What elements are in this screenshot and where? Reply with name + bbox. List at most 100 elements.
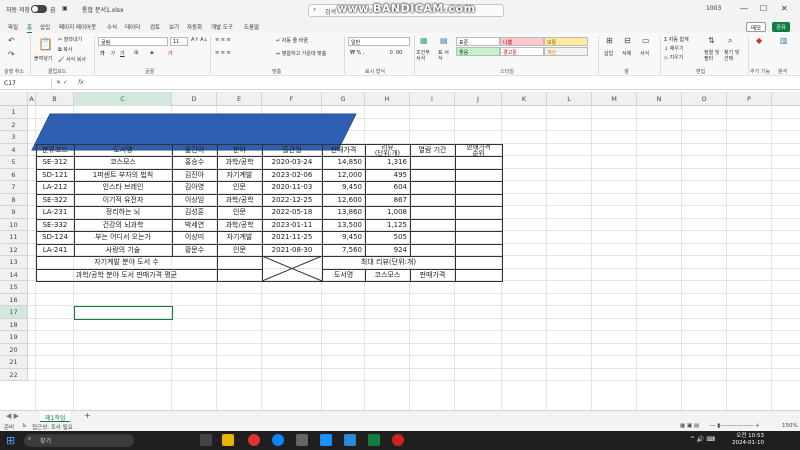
column-header-o[interactable]: O xyxy=(682,92,727,106)
delete-cells-icon[interactable]: ⊟ xyxy=(624,36,631,45)
summary-value-self-dev[interactable] xyxy=(218,256,261,269)
table-cell[interactable]: 2023-02-06 xyxy=(263,169,321,182)
table-cell[interactable]: 2020-11-03 xyxy=(263,181,321,194)
table-cell[interactable]: 867 xyxy=(366,194,409,207)
table-cell[interactable]: 924 xyxy=(366,244,409,257)
table-cell[interactable] xyxy=(456,156,501,169)
align-left-icon[interactable]: ≡ ≡ ≡ xyxy=(215,50,231,56)
conditional-format-icon[interactable]: ▦ xyxy=(420,36,428,45)
wrap-text-button[interactable]: ↵ 자동 줄 바꿈 xyxy=(276,37,308,44)
row-header-21[interactable]: 21 xyxy=(0,356,28,369)
store-icon[interactable] xyxy=(296,434,308,446)
zoom-level[interactable]: 150% xyxy=(782,423,798,429)
table-cell[interactable]: 코스모스 xyxy=(75,156,171,169)
table-cell[interactable]: 부는 어디서 오는가 xyxy=(75,231,171,244)
column-header-g[interactable]: G xyxy=(322,92,365,106)
row-header-9[interactable]: 9 xyxy=(0,206,28,219)
table-cell[interactable]: 황문수 xyxy=(173,244,216,257)
redo-icon[interactable]: ↷ xyxy=(8,50,15,59)
table-cell[interactable]: 1,316 xyxy=(366,156,409,169)
table-header[interactable]: 열람 기간 xyxy=(411,144,454,157)
sheet-tab-1[interactable]: 제1작업 xyxy=(40,411,71,422)
table-cell[interactable]: 이상미 xyxy=(173,231,216,244)
row-header-7[interactable]: 7 xyxy=(0,181,28,194)
clear-button[interactable]: ◇ 지우기 xyxy=(664,54,683,61)
style-warning[interactable]: 경고문 xyxy=(500,47,544,56)
table-cell[interactable]: 과학/공학 xyxy=(218,219,261,232)
undo-icon[interactable]: ↶ xyxy=(8,36,15,45)
table-cell[interactable]: 인문 xyxy=(218,244,261,257)
row-header-19[interactable]: 19 xyxy=(0,331,28,344)
summary-label-book-title[interactable]: 도서명 xyxy=(323,269,364,282)
row-header-1[interactable]: 1 xyxy=(0,106,28,119)
table-cell[interactable] xyxy=(411,231,454,244)
table-cell[interactable]: LA-231 xyxy=(37,206,73,219)
table-cell[interactable]: 604 xyxy=(366,181,409,194)
select-all-corner[interactable] xyxy=(0,92,28,106)
row-header-22[interactable]: 22 xyxy=(0,368,28,381)
table-cell[interactable]: LA-241 xyxy=(37,244,73,257)
fill-button[interactable]: ↓ 채우기 xyxy=(664,45,684,52)
taskbar-clock[interactable]: 오전 10:53 2024-01-10 xyxy=(732,433,764,447)
table-header[interactable]: 판매가격 순위 xyxy=(456,144,501,157)
mail-icon[interactable] xyxy=(320,434,332,446)
zoom-slider[interactable]: — ▮—————— + xyxy=(710,423,760,429)
table-cell[interactable]: SD-124 xyxy=(37,231,73,244)
table-header[interactable]: 분야 xyxy=(218,144,261,157)
row-header-6[interactable]: 6 xyxy=(0,168,28,181)
tab-help[interactable]: 도움말 xyxy=(244,23,259,31)
app-icon[interactable] xyxy=(344,434,356,446)
tab-insert[interactable]: 삽입 xyxy=(40,23,50,31)
column-header-j[interactable]: J xyxy=(455,92,502,106)
table-cell[interactable] xyxy=(456,181,501,194)
name-box[interactable]: C17 xyxy=(2,79,52,89)
row-header-15[interactable]: 15 xyxy=(0,281,28,294)
row-header-18[interactable]: 18 xyxy=(0,318,28,331)
merge-center-button[interactable]: ⇔ 병합하고 가운데 맞춤 xyxy=(276,50,326,57)
view-mode-icons[interactable]: ▦ ▣ ▤ xyxy=(680,423,699,429)
table-cell[interactable] xyxy=(456,206,501,219)
table-cell[interactable]: 인문 xyxy=(218,181,261,194)
chrome-icon[interactable] xyxy=(248,434,260,446)
table-cell[interactable] xyxy=(411,219,454,232)
column-header-a[interactable]: A xyxy=(28,92,36,106)
table-cell[interactable]: SE-332 xyxy=(37,219,73,232)
row-header-10[interactable]: 10 xyxy=(0,218,28,231)
style-bad[interactable]: 나쁨 xyxy=(500,37,544,46)
table-cell[interactable] xyxy=(411,169,454,182)
table-cell[interactable]: 2021-08-30 xyxy=(263,244,321,257)
table-header[interactable]: 도서명 xyxy=(75,144,171,157)
delete-cells-button[interactable]: 삭제 xyxy=(622,50,631,57)
table-cell[interactable] xyxy=(456,169,501,182)
table-header[interactable]: 옮긴이 xyxy=(173,144,216,157)
bold-button[interactable]: 가 xyxy=(100,50,105,57)
table-cell[interactable]: SE-312 xyxy=(37,156,73,169)
add-sheet-button[interactable]: + xyxy=(84,411,91,420)
column-header-p[interactable]: P xyxy=(727,92,772,106)
style-calculation[interactable]: 계산 xyxy=(544,47,588,56)
table-cell[interactable]: 자기계발 xyxy=(218,231,261,244)
analysis-icon[interactable]: ▥ xyxy=(780,36,788,45)
decimal-icon[interactable]: .0 .00 xyxy=(388,50,402,56)
table-cell[interactable]: 2022-12-25 xyxy=(263,194,321,207)
row-header-4[interactable]: 4 xyxy=(0,143,28,156)
table-cell[interactable]: 박세연 xyxy=(173,219,216,232)
column-header-l[interactable]: L xyxy=(547,92,592,106)
column-header-b[interactable]: B xyxy=(36,92,74,106)
row-header-13[interactable]: 13 xyxy=(0,256,28,269)
table-cell[interactable]: 2020-03-24 xyxy=(263,156,321,169)
table-cell[interactable]: 13,860 xyxy=(323,206,364,219)
table-cell[interactable] xyxy=(456,244,501,257)
table-cell[interactable]: LA-212 xyxy=(37,181,73,194)
cut-button[interactable]: ✂ 잘라내기 xyxy=(58,36,82,43)
system-tray-icons[interactable]: ^ 🔊 ⌨ xyxy=(690,436,715,443)
column-header-f[interactable]: F xyxy=(262,92,322,106)
table-header[interactable]: 출간일 xyxy=(263,144,321,157)
sheet-nav-icon[interactable]: ◀ ▶ xyxy=(6,412,19,420)
row-header-8[interactable]: 8 xyxy=(0,193,28,206)
row-header-12[interactable]: 12 xyxy=(0,243,28,256)
user-name[interactable]: 1003 xyxy=(706,5,721,12)
font-name-select[interactable]: 굴림 xyxy=(98,37,168,46)
addins-icon[interactable]: ◆ xyxy=(756,36,762,45)
summary-value-max-review[interactable] xyxy=(456,256,501,269)
